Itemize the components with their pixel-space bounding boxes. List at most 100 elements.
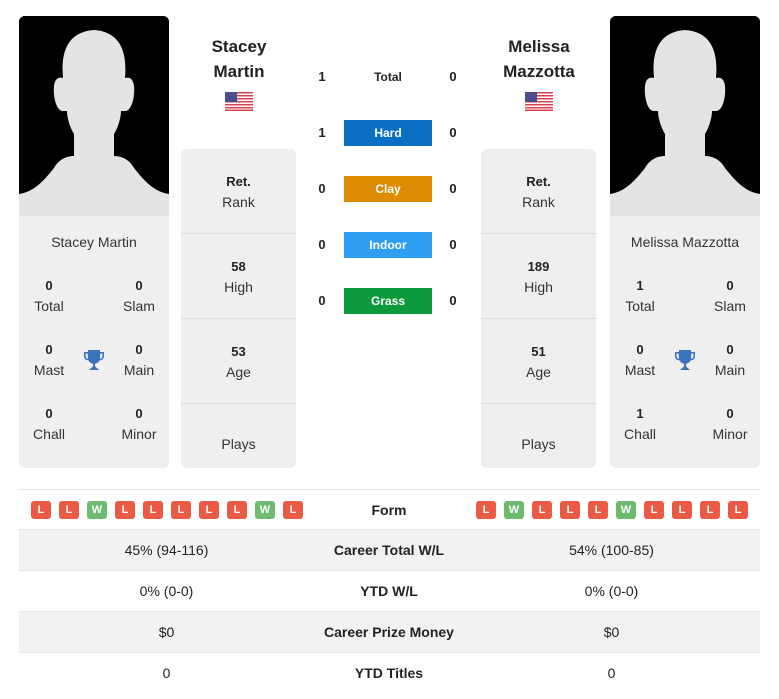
surface-clay-button[interactable]: Clay <box>344 176 432 202</box>
last-name: Mazzotta <box>503 62 575 81</box>
info-value: Ret. <box>226 174 251 189</box>
form-label: Form <box>371 502 407 518</box>
stat-label: Minor <box>712 426 748 442</box>
stat-label: Total <box>625 298 655 314</box>
form-badge-loss[interactable]: L <box>728 501 748 519</box>
row-label: Career Prize Money <box>324 624 454 640</box>
info-high: 189 High <box>481 234 596 319</box>
player-name-left[interactable]: Stacey Martin <box>174 34 304 84</box>
form-badge-loss[interactable]: L <box>227 501 247 519</box>
form-badge-loss[interactable]: L <box>171 501 191 519</box>
stat-label: Total <box>34 298 64 314</box>
left-value: 45% (94-116) <box>124 542 209 558</box>
h2h-left-count: 1 <box>318 125 326 140</box>
form-badge-loss[interactable]: L <box>672 501 692 519</box>
h2h-row-total: 1 Total 0 <box>305 64 470 90</box>
stat-value: 0 <box>726 342 734 357</box>
form-badge-loss[interactable]: L <box>283 501 303 519</box>
titles-main: 0 Main <box>700 340 760 380</box>
form-badge-win[interactable]: W <box>87 501 107 519</box>
comparison-row-ytd-titles: 0 YTD Titles 0 <box>19 653 760 694</box>
h2h-left-count: 0 <box>318 237 326 252</box>
first-name: Stacey <box>211 37 267 56</box>
info-value: 189 <box>527 259 550 274</box>
h2h-left-count: 0 <box>318 293 326 308</box>
form-badge-loss[interactable]: L <box>532 501 552 519</box>
surface-grass-button[interactable]: Grass <box>344 288 432 314</box>
player-info-right: Ret. Rank 189 High 51 Age Plays <box>481 149 596 468</box>
comparison-row-ytd-wl: 0% (0-0) YTD W/L 0% (0-0) <box>19 571 760 612</box>
form-badge-loss[interactable]: L <box>560 501 580 519</box>
stat-label: Mast <box>33 362 65 378</box>
form-badge-loss[interactable]: L <box>199 501 219 519</box>
surface-hard-button[interactable]: Hard <box>344 120 432 146</box>
form-badge-loss[interactable]: L <box>700 501 720 519</box>
stat-label: Minor <box>121 426 157 442</box>
h2h-row-grass: 0 Grass 0 <box>305 288 470 314</box>
avatar-silhouette-icon <box>19 16 169 216</box>
form-badge-loss[interactable]: L <box>31 501 51 519</box>
form-badge-win[interactable]: W <box>616 501 636 519</box>
h2h-right-count: 0 <box>449 237 457 252</box>
us-flag-icon <box>225 92 253 111</box>
player-name-right[interactable]: Melissa Mazzotta <box>474 34 604 84</box>
info-plays: Plays <box>181 404 296 468</box>
surface-indoor-button[interactable]: Indoor <box>344 232 432 258</box>
info-label: Age <box>226 364 251 380</box>
info-high: 58 High <box>181 234 296 319</box>
form-badge-win[interactable]: W <box>504 501 524 519</box>
h2h-row-hard: 1 Hard 0 <box>305 120 470 146</box>
form-badge-win[interactable]: W <box>255 501 275 519</box>
player-full-name[interactable]: Stacey Martin <box>19 234 169 250</box>
h2h-left-count: 1 <box>318 69 326 84</box>
player-full-name[interactable]: Melissa Mazzotta <box>610 234 760 250</box>
info-label: High <box>524 279 553 295</box>
titles-total: 0 Total <box>19 276 79 316</box>
titles-mast: 0 Mast <box>19 340 79 380</box>
stat-value: 1 <box>636 406 644 421</box>
stat-value: 0 <box>135 406 143 421</box>
titles-slam: 0 Slam <box>109 276 169 316</box>
form-badge-loss[interactable]: L <box>644 501 664 519</box>
form-badge-loss[interactable]: L <box>476 501 496 519</box>
titles-main: 0 Main <box>109 340 169 380</box>
stat-value: 0 <box>45 406 53 421</box>
right-value: 0% (0-0) <box>584 583 639 599</box>
stat-value: 0 <box>726 406 734 421</box>
right-value: 54% (100-85) <box>569 542 654 558</box>
h2h-row-indoor: 0 Indoor 0 <box>305 232 470 258</box>
form-badge-loss[interactable]: L <box>588 501 608 519</box>
stat-label: Main <box>714 362 746 378</box>
h2h-left-count: 0 <box>318 181 326 196</box>
stat-value: 0 <box>45 342 53 357</box>
us-flag-icon <box>525 92 553 111</box>
stat-value: 0 <box>45 278 53 293</box>
form-row: L L W L L L L L W L Form L W L L L W L L… <box>19 489 760 530</box>
form-badge-loss[interactable]: L <box>143 501 163 519</box>
titles-slam: 0 Slam <box>700 276 760 316</box>
stat-value: 1 <box>636 278 644 293</box>
titles-minor: 0 Minor <box>700 404 760 444</box>
titles-chall: 1 Chall <box>610 404 670 444</box>
trophy-icon <box>84 350 104 370</box>
right-value: $0 <box>603 624 620 640</box>
player-card-left: Stacey Martin 0 Total 0 Slam 0 Mast 0 Ma… <box>19 216 169 468</box>
form-badges-left: L L W L L L L L W L <box>31 501 303 519</box>
info-plays: Plays <box>481 404 596 468</box>
form-badge-loss[interactable]: L <box>59 501 79 519</box>
h2h-right-count: 0 <box>449 125 457 140</box>
surface-total-label[interactable]: Total <box>344 64 432 90</box>
h2h-right-count: 0 <box>449 293 457 308</box>
titles-chall: 0 Chall <box>19 404 79 444</box>
first-name: Melissa <box>508 37 570 56</box>
info-rank: Ret. Rank <box>181 149 296 234</box>
h2h-right-count: 0 <box>449 69 457 84</box>
stat-label: Chall <box>624 426 656 442</box>
right-value: 0 <box>607 665 616 681</box>
player-photo-left <box>19 16 169 216</box>
info-label: Age <box>526 364 551 380</box>
stat-label: Slam <box>714 298 746 314</box>
last-name: Martin <box>213 62 265 81</box>
form-badge-loss[interactable]: L <box>115 501 135 519</box>
info-label: Plays <box>521 436 556 452</box>
